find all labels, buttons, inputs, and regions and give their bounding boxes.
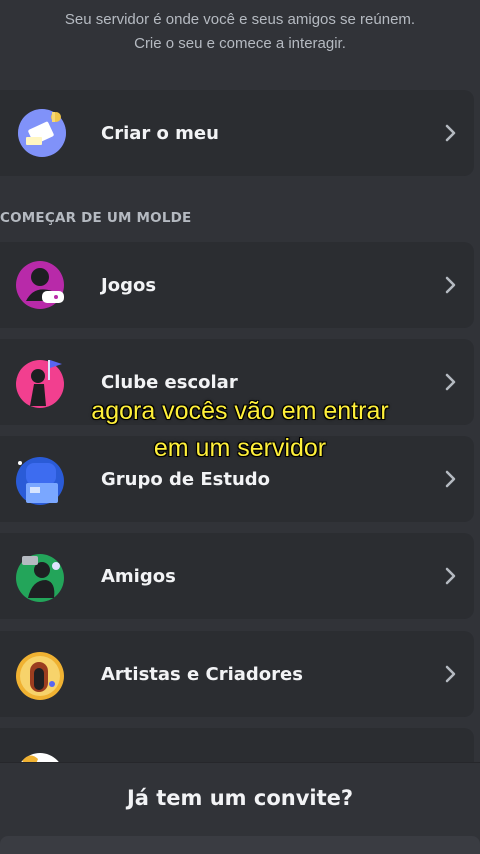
template-label: Jogos (101, 274, 157, 296)
chevron-right-icon (440, 565, 462, 587)
template-label: Artistas e Criadores (101, 663, 303, 685)
intro-text: Seu servidor é onde você e seus amigos s… (0, 8, 480, 56)
template-section-title: COMEÇAR DE UM MOLDE (0, 210, 192, 226)
chevron-right-icon (440, 663, 462, 685)
template-label: Amigos (101, 565, 176, 587)
template-friends-button[interactable]: Amigos (0, 533, 474, 619)
caption-line-2: em um servidor (153, 434, 327, 462)
create-own-server-button[interactable]: Criar o meu (0, 90, 474, 176)
create-own-label: Criar o meu (101, 122, 219, 144)
bottom-action-bar (0, 836, 480, 854)
friends-icon (12, 546, 72, 606)
create-server-icon (12, 103, 72, 163)
template-artists-button[interactable]: Artistas e Criadores (0, 631, 474, 717)
template-gaming-button[interactable]: Jogos (0, 242, 474, 328)
template-label: Clube escolar (101, 371, 238, 393)
have-invite-button[interactable]: Já tem um convite? (0, 786, 480, 810)
caption-line-1: agora vocês vão em entrar (91, 397, 389, 425)
artists-icon (12, 644, 72, 704)
intro-line-2: Crie o seu e comece a interagir. (134, 35, 346, 52)
intro-line-1: Seu servidor é onde você e seus amigos s… (64, 11, 416, 28)
gaming-icon (12, 255, 72, 315)
chevron-right-icon (440, 122, 462, 144)
template-label: Grupo de Estudo (101, 468, 271, 490)
chevron-right-icon (440, 274, 462, 296)
chevron-right-icon (440, 468, 462, 490)
chevron-right-icon (440, 371, 462, 393)
